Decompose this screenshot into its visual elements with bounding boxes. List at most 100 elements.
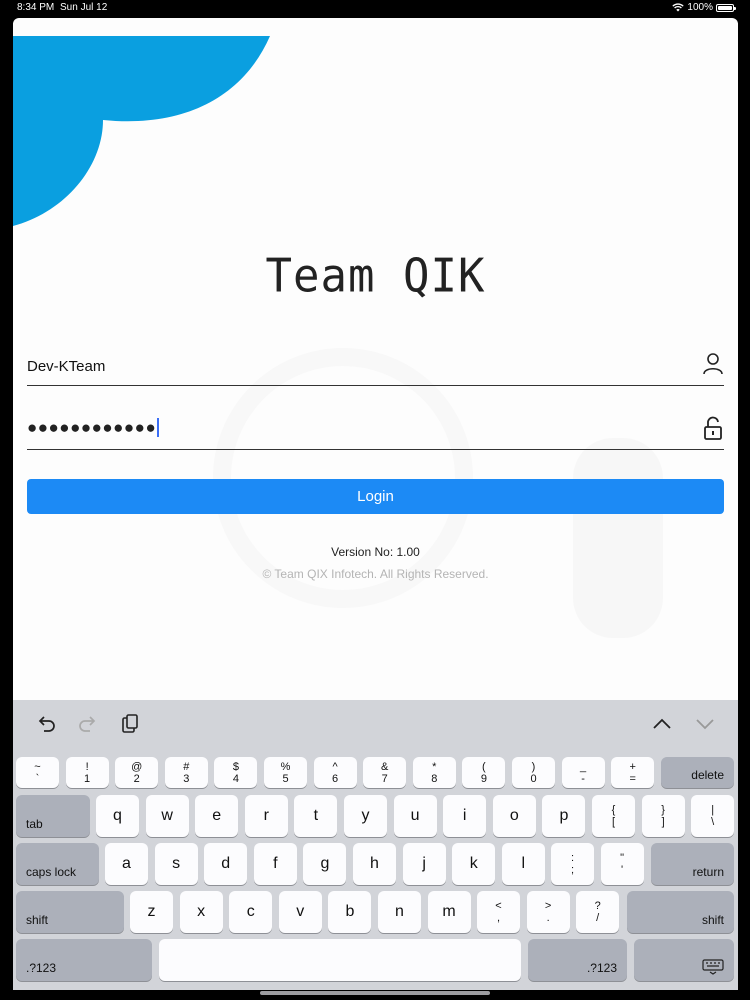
key-sym-q-0[interactable]: {[ — [592, 795, 635, 837]
key-num-5[interactable]: % 5 — [264, 757, 307, 788]
key-num-12[interactable]: + = — [611, 757, 655, 788]
paste-icon[interactable] — [119, 713, 141, 735]
key-num-3[interactable]: #3 — [164, 757, 208, 788]
key-g[interactable]: g — [303, 843, 347, 885]
key-upper-label: | — [711, 804, 715, 816]
key-t[interactable]: t — [294, 795, 338, 837]
key-num-9[interactable]: (9 — [462, 757, 506, 788]
unlock-icon[interactable] — [702, 416, 724, 440]
key-p[interactable]: p — [542, 795, 586, 837]
version-text: Version No: 1.00 — [331, 545, 420, 559]
key-l[interactable]: l — [501, 843, 545, 885]
key-n[interactable]: n — [378, 891, 421, 933]
key-upper-label: ( — [482, 760, 486, 773]
chevron-up-icon[interactable] — [651, 713, 673, 735]
key-upper-label: } — [661, 804, 665, 816]
key-num-7[interactable]: & 7 — [363, 757, 407, 788]
key-lower-label: 0 — [530, 772, 537, 785]
key-lower-label: \ — [711, 816, 715, 828]
key-k[interactable]: k — [452, 843, 496, 885]
key-lower-label: 5 — [282, 772, 289, 785]
key-x[interactable]: x — [179, 891, 223, 933]
numbers-key-left[interactable]: .?123 — [16, 939, 152, 981]
delete-key[interactable]: delete — [661, 757, 734, 788]
key-sym-z-1[interactable]: >. — [526, 891, 570, 933]
key-i[interactable]: i — [443, 795, 487, 837]
key-upper-label: " — [620, 852, 625, 864]
key-num-6[interactable]: ^ 6 — [313, 757, 357, 788]
key-q[interactable]: q — [96, 795, 139, 837]
key-upper-label: * — [432, 760, 437, 773]
key-sym-z-2[interactable]: ? / — [576, 891, 620, 933]
key-num-8[interactable]: * 8 — [412, 757, 456, 788]
key-num-2[interactable]: @2 — [115, 757, 159, 788]
username-input[interactable]: Dev-KTeam — [27, 358, 105, 375]
key-upper-label: @ — [131, 760, 143, 773]
key-lower-label: [ — [611, 816, 616, 828]
key-c[interactable]: c — [229, 891, 273, 933]
key-j[interactable]: j — [402, 843, 446, 885]
key-lower-label: ] — [661, 816, 665, 828]
key-lower-label: - — [581, 772, 585, 785]
key-m[interactable]: m — [427, 891, 471, 933]
key-sym-q-2[interactable]: | \ — [691, 795, 735, 837]
key-lower-label: ` — [35, 772, 40, 785]
key-f[interactable]: f — [253, 843, 297, 885]
wifi-icon — [672, 3, 685, 12]
key-h[interactable]: h — [353, 843, 396, 885]
key-num-11[interactable]: _ - — [561, 757, 605, 788]
key-sym-q-1[interactable]: }] — [641, 795, 685, 837]
key-w[interactable]: w — [145, 795, 189, 837]
key-upper-label: ~ — [34, 760, 41, 773]
keyboard-toolbar — [13, 700, 738, 748]
key-upper-label: { — [611, 804, 616, 816]
key-d[interactable]: d — [204, 843, 248, 885]
key-z[interactable]: z — [130, 891, 173, 933]
space-key[interactable] — [159, 939, 521, 981]
shift-left-key[interactable]: shift — [16, 891, 124, 933]
return-key[interactable]: return — [651, 843, 734, 885]
undo-icon[interactable] — [35, 713, 57, 735]
key-upper-label: $ — [232, 760, 239, 773]
tab-key[interactable]: tab — [16, 795, 90, 837]
key-sym-a-0[interactable]: :; — [551, 843, 594, 885]
key-e[interactable]: e — [195, 795, 239, 837]
redo-icon[interactable] — [77, 713, 99, 735]
numbers-key-right[interactable]: .?123 — [528, 939, 627, 981]
key-a[interactable]: a — [105, 843, 148, 885]
key-y[interactable]: y — [344, 795, 387, 837]
chevron-down-icon[interactable] — [694, 713, 716, 735]
key-lower-label: 7 — [381, 772, 388, 785]
key-lower-label: 9 — [480, 772, 487, 785]
key-num-4[interactable]: $4 — [214, 757, 258, 788]
password-input[interactable]: ●●●●●●●●●●●● — [27, 418, 160, 438]
caps-lock-key[interactable]: caps lock — [16, 843, 99, 885]
shift-right-key[interactable]: shift — [627, 891, 734, 933]
key-u[interactable]: u — [393, 795, 437, 837]
key-sym-z-0[interactable]: <, — [477, 891, 520, 933]
on-screen-keyboard: delete tab caps lock return shift shift … — [13, 700, 738, 990]
username-field[interactable]: Dev-KTeam — [27, 346, 724, 386]
key-lower-label: / — [596, 912, 600, 924]
key-v[interactable]: v — [278, 891, 322, 933]
status-date: Sun Jul 12 — [60, 2, 108, 13]
key-lower-label: . — [546, 912, 550, 924]
dismiss-keyboard-key[interactable] — [634, 939, 734, 981]
key-s[interactable]: s — [154, 843, 198, 885]
password-field[interactable]: ●●●●●●●●●●●● — [27, 410, 724, 450]
home-indicator[interactable] — [260, 991, 490, 995]
key-lower-label: 6 — [332, 772, 339, 785]
status-bar: 8:34 PM Sun Jul 12 100% — [0, 0, 750, 16]
key-sym-a-1[interactable]: " ' — [600, 843, 644, 885]
key-num-1[interactable]: ! 1 — [65, 757, 109, 788]
key-num-0[interactable]: ~ ` — [16, 757, 59, 788]
key-upper-label: & — [381, 760, 389, 773]
key-upper-label: < — [495, 900, 502, 912]
key-o[interactable]: o — [492, 795, 536, 837]
login-button[interactable]: Login — [27, 479, 724, 514]
key-lower-label: 4 — [232, 772, 239, 785]
key-b[interactable]: b — [328, 891, 372, 933]
key-r[interactable]: r — [244, 795, 288, 837]
brand-shape — [13, 36, 270, 226]
key-num-10[interactable]: ) 0 — [512, 757, 555, 788]
